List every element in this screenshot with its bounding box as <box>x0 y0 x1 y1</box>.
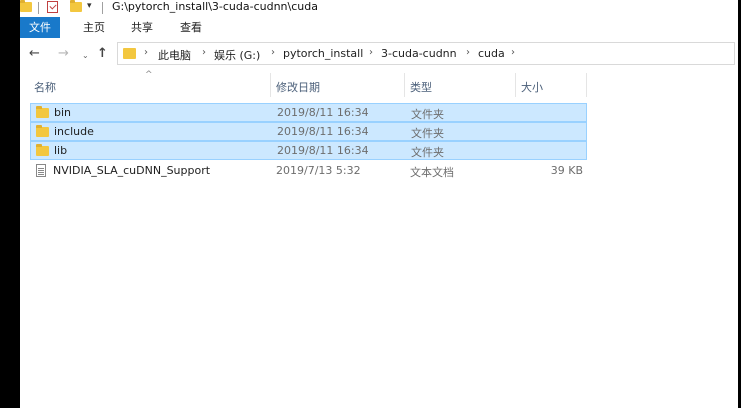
file-type: 文件夹 <box>411 108 444 121</box>
breadcrumb-separator-icon[interactable]: › <box>466 47 470 58</box>
column-header-size[interactable]: 大小 <box>521 79 543 95</box>
folder-icon <box>20 0 32 12</box>
file-type: 文件夹 <box>411 146 444 159</box>
file-date: 2019/8/11 16:34 <box>277 144 369 157</box>
column-divider[interactable] <box>586 73 587 97</box>
left-black-strip <box>0 0 20 408</box>
tab-home[interactable]: 主页 <box>83 17 105 38</box>
breadcrumb-separator-icon[interactable]: › <box>511 47 515 58</box>
folder-icon <box>36 125 49 137</box>
tab-file[interactable]: 文件 <box>20 17 60 38</box>
divider <box>38 2 39 14</box>
file-type: 文本文档 <box>410 166 454 179</box>
breadcrumb-pytorch-install[interactable]: pytorch_install <box>283 47 363 60</box>
file-date: 2019/8/11 16:34 <box>277 125 369 138</box>
folder-icon <box>123 48 136 59</box>
column-headers: ^ 名称 修改日期 类型 大小 <box>20 70 738 100</box>
forward-arrow-icon[interactable]: → <box>58 47 69 61</box>
file-name: lib <box>54 144 68 157</box>
file-row-nvidia-sla[interactable]: NVIDIA_SLA_cuDNN_Support 2019/7/13 5:32 … <box>30 162 587 181</box>
address-bar[interactable]: › 此电脑 › 娱乐 (G:) › pytorch_install › 3-cu… <box>117 42 735 65</box>
file-date: 2019/7/13 5:32 <box>276 164 361 177</box>
divider <box>102 2 103 14</box>
title-bar: ▾ G:\pytorch_install\3-cuda-cudnn\cuda <box>20 0 738 17</box>
new-folder-icon[interactable] <box>70 0 82 12</box>
column-divider[interactable] <box>515 73 516 97</box>
file-row-lib[interactable]: lib 2019/8/11 16:34 文件夹 <box>30 141 587 160</box>
column-header-date[interactable]: 修改日期 <box>276 79 320 95</box>
tab-share[interactable]: 共享 <box>131 17 153 38</box>
breadcrumb-drive-g[interactable]: 娱乐 (G:) <box>214 47 260 63</box>
column-header-type[interactable]: 类型 <box>410 79 432 95</box>
tab-view[interactable]: 查看 <box>180 17 202 38</box>
sort-ascending-icon: ^ <box>145 70 153 80</box>
breadcrumb-separator-icon[interactable]: › <box>144 47 148 58</box>
file-type: 文件夹 <box>411 127 444 140</box>
file-date: 2019/8/11 16:34 <box>277 106 369 119</box>
breadcrumb-this-pc[interactable]: 此电脑 <box>158 47 191 63</box>
file-name: include <box>54 125 94 138</box>
breadcrumb-separator-icon[interactable]: › <box>202 47 206 58</box>
column-header-name[interactable]: 名称 <box>34 79 56 95</box>
breadcrumb-3-cuda-cudnn[interactable]: 3-cuda-cudnn <box>381 47 457 60</box>
folder-icon <box>36 106 49 118</box>
breadcrumb-separator-icon[interactable]: › <box>369 47 373 58</box>
window-title: G:\pytorch_install\3-cuda-cudnn\cuda <box>112 0 318 13</box>
file-size: 39 KB <box>550 164 583 177</box>
text-document-icon <box>36 164 46 177</box>
properties-icon[interactable] <box>47 1 58 13</box>
column-divider[interactable] <box>270 73 271 97</box>
up-arrow-icon[interactable]: ↑ <box>97 47 108 61</box>
breadcrumb-cuda[interactable]: cuda <box>478 47 505 60</box>
recent-locations-chevron-icon[interactable]: ⌄ <box>82 49 89 63</box>
folder-icon <box>36 144 49 156</box>
column-divider[interactable] <box>404 73 405 97</box>
navigation-bar: ← → ⌄ ↑ › 此电脑 › 娱乐 (G:) › pytorch_instal… <box>20 38 738 70</box>
ribbon-tabs: 文件 主页 共享 查看 <box>20 17 738 39</box>
file-row-bin[interactable]: bin 2019/8/11 16:34 文件夹 <box>30 103 587 122</box>
back-arrow-icon[interactable]: ← <box>29 47 40 61</box>
file-row-include[interactable]: include 2019/8/11 16:34 文件夹 <box>30 122 587 141</box>
file-name: bin <box>54 106 72 119</box>
file-name: NVIDIA_SLA_cuDNN_Support <box>53 164 211 177</box>
quick-access-dropdown-icon[interactable]: ▾ <box>87 1 92 11</box>
breadcrumb-separator-icon[interactable]: › <box>271 47 275 58</box>
